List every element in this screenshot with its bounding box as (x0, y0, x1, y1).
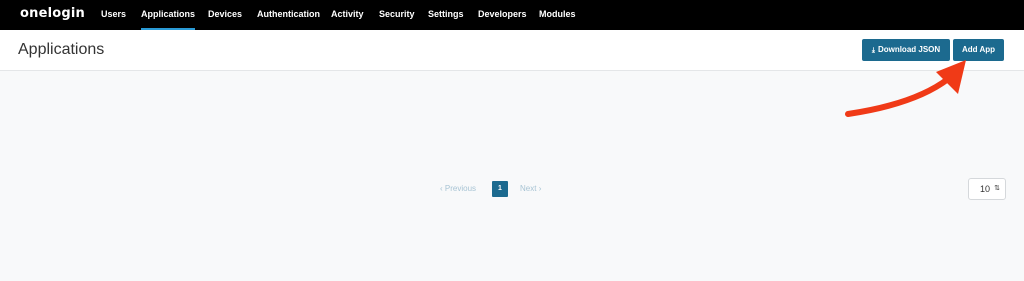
annotation-arrow (845, 60, 966, 117)
